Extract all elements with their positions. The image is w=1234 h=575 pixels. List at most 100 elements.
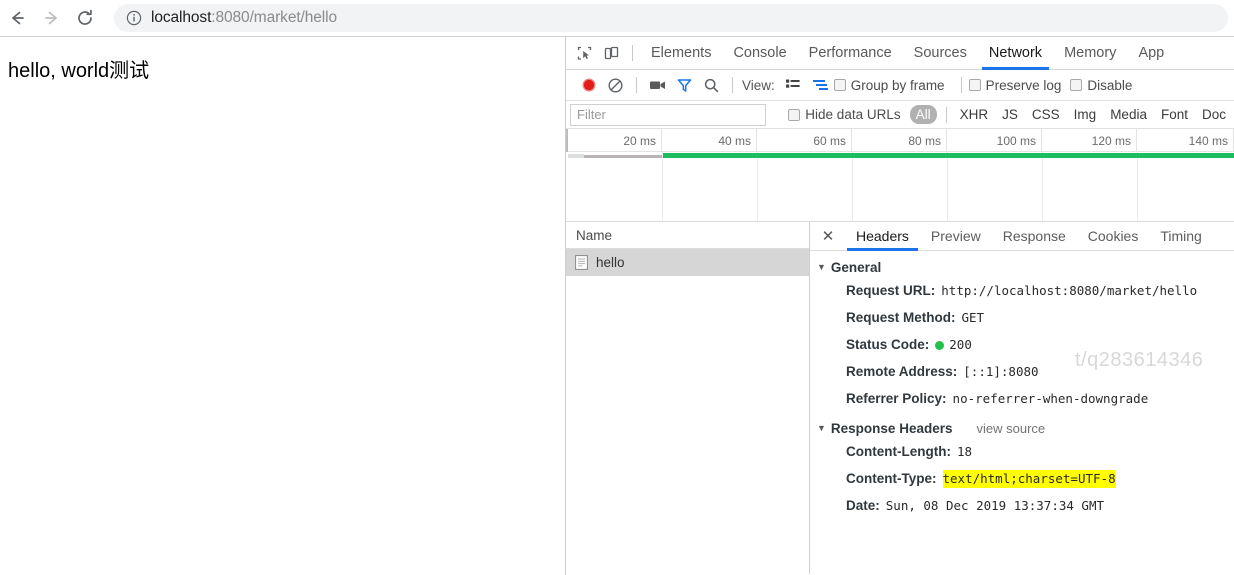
preserve-log-checkbox[interactable]: Preserve log	[968, 77, 1062, 93]
header-row-date: Date: Sun, 08 Dec 2019 13:37:34 GMT	[846, 497, 1234, 515]
document-icon	[575, 255, 588, 270]
group-by-frame-label: Group by frame	[850, 77, 945, 93]
filter-button[interactable]	[671, 72, 698, 98]
tab-performance[interactable]: Performance	[798, 37, 903, 70]
tab-sources[interactable]: Sources	[903, 37, 978, 70]
tab-memory[interactable]: Memory	[1053, 37, 1127, 70]
back-button[interactable]	[0, 1, 34, 35]
waterfall-view-button[interactable]	[807, 72, 834, 98]
disable-cache-label: Disable	[1087, 77, 1133, 93]
type-filter-js[interactable]: JS	[996, 105, 1024, 124]
timeline-gridline	[662, 152, 663, 221]
subtab-preview[interactable]: Preview	[920, 222, 992, 251]
browser-chrome: localhost:8080/market/hello	[0, 0, 1234, 37]
type-filter-font[interactable]: Font	[1155, 105, 1194, 124]
preserve-log-label: Preserve log	[985, 77, 1062, 93]
inspect-element-button[interactable]	[571, 40, 598, 66]
header-value: http://localhost:8080/market/hello	[941, 283, 1198, 298]
tab-elements[interactable]: Elements	[640, 37, 722, 70]
checkbox-box[interactable]	[833, 79, 846, 91]
close-icon[interactable]: ✕	[817, 225, 839, 247]
page-body-text: hello, world测试	[8, 60, 150, 82]
type-filter-doc[interactable]: Doc	[1196, 105, 1232, 124]
section-general-header[interactable]: ▼ General	[817, 260, 1234, 275]
header-value: text/html;charset=UTF-8	[942, 470, 1116, 488]
section-response-headers-title: Response Headers	[830, 421, 953, 436]
overview-bar-wait	[584, 155, 662, 158]
tab-label: Memory	[1064, 45, 1117, 61]
address-bar[interactable]: localhost:8080/market/hello	[114, 4, 1228, 32]
overview-request-bars	[566, 153, 1234, 159]
requests-pane: Name hello	[566, 222, 810, 574]
header-name: Content-Type:	[846, 471, 937, 486]
request-row-hello[interactable]: hello	[566, 249, 809, 276]
tab-label: Sources	[913, 45, 967, 61]
info-circle-icon[interactable]	[126, 10, 142, 26]
reload-button[interactable]	[68, 1, 102, 35]
timeline-tick: 80 ms	[852, 129, 947, 152]
header-name: Date:	[846, 498, 880, 513]
header-row-status-code: Status Code: 200	[846, 336, 1234, 354]
network-overview-timeline[interactable]: 20 ms 40 ms 60 ms 80 ms 100 ms 120 ms 14…	[566, 129, 1234, 222]
disable-cache-checkbox[interactable]: Disable	[1070, 78, 1132, 93]
timeline-ruler: 20 ms 40 ms 60 ms 80 ms 100 ms 120 ms 14…	[566, 129, 1234, 152]
subtab-timing[interactable]: Timing	[1149, 222, 1213, 251]
toolbar-divider	[960, 77, 962, 93]
header-name: Referrer Policy:	[846, 391, 947, 406]
header-row-content-length: Content-Length: 18	[846, 443, 1234, 461]
url-host: localhost	[151, 9, 212, 26]
devtools-tabstrip: Elements Console Performance Sources Net…	[566, 37, 1234, 70]
type-filter-xhr[interactable]: XHR	[954, 105, 995, 124]
page-viewport: hello, world测试	[0, 37, 565, 575]
network-lower-split: Name hello ✕ Headers Preview Response Co…	[566, 222, 1234, 574]
list-view-button[interactable]	[780, 72, 807, 98]
overview-bar-queue	[568, 154, 584, 158]
header-value: Sun, 08 Dec 2019 13:37:34 GMT	[885, 498, 1105, 513]
waterfall-view-icon	[812, 80, 828, 90]
header-row-referrer-policy: Referrer Policy: no-referrer-when-downgr…	[846, 390, 1234, 408]
checkbox-box[interactable]	[1070, 79, 1083, 91]
type-filter-media[interactable]: Media	[1104, 105, 1153, 124]
tab-label: Elements	[651, 45, 712, 61]
section-response-headers-header[interactable]: ▼ Response Headers view source	[817, 421, 1234, 436]
forward-button[interactable]	[34, 1, 68, 35]
view-source-link[interactable]: view source	[976, 421, 1045, 436]
timeline-tick: 20 ms	[566, 129, 662, 152]
subtab-headers[interactable]: Headers	[845, 222, 920, 251]
requests-column-header-name[interactable]: Name	[566, 222, 809, 249]
screenshot-camera-button[interactable]	[644, 72, 671, 98]
subtab-response[interactable]: Response	[992, 222, 1077, 251]
type-filter-css[interactable]: CSS	[1026, 105, 1066, 124]
caret-down-icon: ▼	[817, 422, 826, 433]
checkbox-box[interactable]	[968, 79, 981, 91]
subtab-cookies[interactable]: Cookies	[1077, 222, 1150, 251]
tab-console[interactable]: Console	[722, 37, 797, 70]
address-bar-url: localhost:8080/market/hello	[151, 9, 337, 27]
search-icon	[704, 78, 719, 92]
screenshot-camera-icon	[649, 81, 665, 89]
clear-button[interactable]	[602, 72, 629, 98]
search-button[interactable]	[698, 72, 725, 98]
timeline-gridline	[1042, 152, 1043, 221]
checkbox-box[interactable]	[788, 108, 801, 121]
view-label: View:	[742, 77, 775, 93]
filter-input[interactable]	[570, 103, 767, 126]
caret-down-icon: ▼	[817, 261, 826, 272]
tab-network[interactable]: Network	[978, 37, 1053, 70]
tab-label: App	[1138, 45, 1165, 61]
request-row-name: hello	[596, 255, 625, 270]
hide-data-urls-checkbox[interactable]: Hide data URLs	[788, 107, 901, 122]
header-value: GET	[961, 310, 985, 325]
inspect-element-icon	[577, 46, 592, 60]
list-view-icon	[786, 79, 800, 88]
type-filter-all[interactable]: All	[909, 105, 937, 124]
subtab-label: Preview	[930, 228, 981, 244]
record-button[interactable]	[575, 72, 602, 98]
device-toolbar-button[interactable]	[598, 40, 625, 66]
type-filter-img[interactable]: Img	[1068, 105, 1103, 124]
group-by-frame-checkbox[interactable]: Group by frame	[833, 77, 945, 93]
toolbar-divider	[732, 77, 733, 93]
reload-icon	[78, 9, 92, 25]
tab-application[interactable]: App	[1127, 37, 1175, 70]
headers-content: ▼ General Request URL: http://localhost:…	[810, 251, 1234, 573]
